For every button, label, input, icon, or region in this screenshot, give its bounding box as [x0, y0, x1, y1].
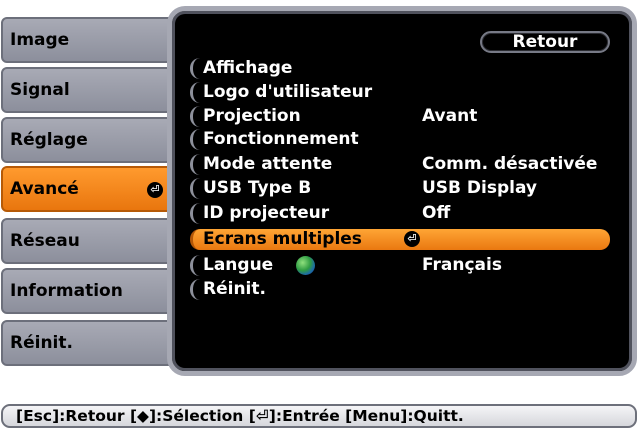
menu-item-langue[interactable]: Langue Français [190, 255, 610, 276]
menu-item-value: Avant [422, 106, 478, 126]
menu-item-mode-attente[interactable]: Mode attente Comm. désactivée [190, 154, 610, 175]
menu-item-value: Français [422, 255, 502, 275]
menu-item-affichage[interactable]: Affichage [190, 58, 610, 79]
tab-label: Avancé [10, 179, 79, 199]
menu-item-value: USB Display [422, 178, 538, 198]
menu-item-reinit[interactable]: Réinit. [190, 279, 610, 300]
tab-label: Information [10, 281, 123, 301]
menu-item-label: Langue [203, 255, 274, 275]
tab-reseau[interactable]: Réseau [1, 218, 177, 264]
menu-item-label: USB Type B [203, 178, 312, 198]
help-text: [Esc]:Retour [◆]:Sélection [⏎]:Entrée [M… [16, 407, 464, 425]
menu-item-usb-type-b[interactable]: USB Type B USB Display [190, 178, 610, 199]
tab-label: Réseau [10, 231, 80, 251]
tab-label: Réglage [10, 130, 88, 150]
tab-label: Image [10, 30, 70, 50]
menu-item-label: Logo d'utilisateur [203, 82, 373, 102]
menu-item-label: Réinit. [203, 279, 266, 299]
help-bar: [Esc]:Retour [◆]:Sélection [⏎]:Entrée [M… [1, 404, 637, 428]
globe-icon [296, 256, 315, 275]
menu-item-label: Fonctionnement [203, 129, 359, 149]
back-button[interactable]: Retour [480, 31, 610, 53]
menu-item-label: Mode attente [203, 154, 333, 174]
menu-item-value: Off [422, 203, 451, 223]
menu-item-label: ID projecteur [203, 203, 330, 223]
enter-icon: ⏎ [147, 182, 163, 198]
tab-label: Signal [10, 80, 70, 100]
tab-image[interactable]: Image [1, 17, 177, 63]
menu-item-label: Affichage [203, 58, 293, 78]
menu-item-value: Comm. désactivée [422, 154, 598, 174]
menu-item-fonctionnement[interactable]: Fonctionnement [190, 129, 610, 150]
menu-item-label: Projection [203, 106, 301, 126]
menu-item-logo-utilisateur[interactable]: Logo d'utilisateur [190, 82, 610, 103]
tab-reglage[interactable]: Réglage [1, 117, 177, 163]
menu-item-ecrans-multiples[interactable]: Ecrans multiples ⏎ [190, 229, 610, 250]
menu-item-label: Ecrans multiples [203, 229, 362, 249]
tab-label: Réinit. [10, 333, 73, 353]
tab-avance[interactable]: Avancé ⏎ [1, 166, 177, 212]
menu-item-projection[interactable]: Projection Avant [190, 106, 610, 127]
enter-icon: ⏎ [404, 231, 420, 247]
menu-item-id-projecteur[interactable]: ID projecteur Off [190, 203, 610, 224]
tab-information[interactable]: Information [1, 268, 177, 314]
tab-signal[interactable]: Signal [1, 67, 177, 113]
tab-reinit[interactable]: Réinit. [1, 320, 177, 366]
